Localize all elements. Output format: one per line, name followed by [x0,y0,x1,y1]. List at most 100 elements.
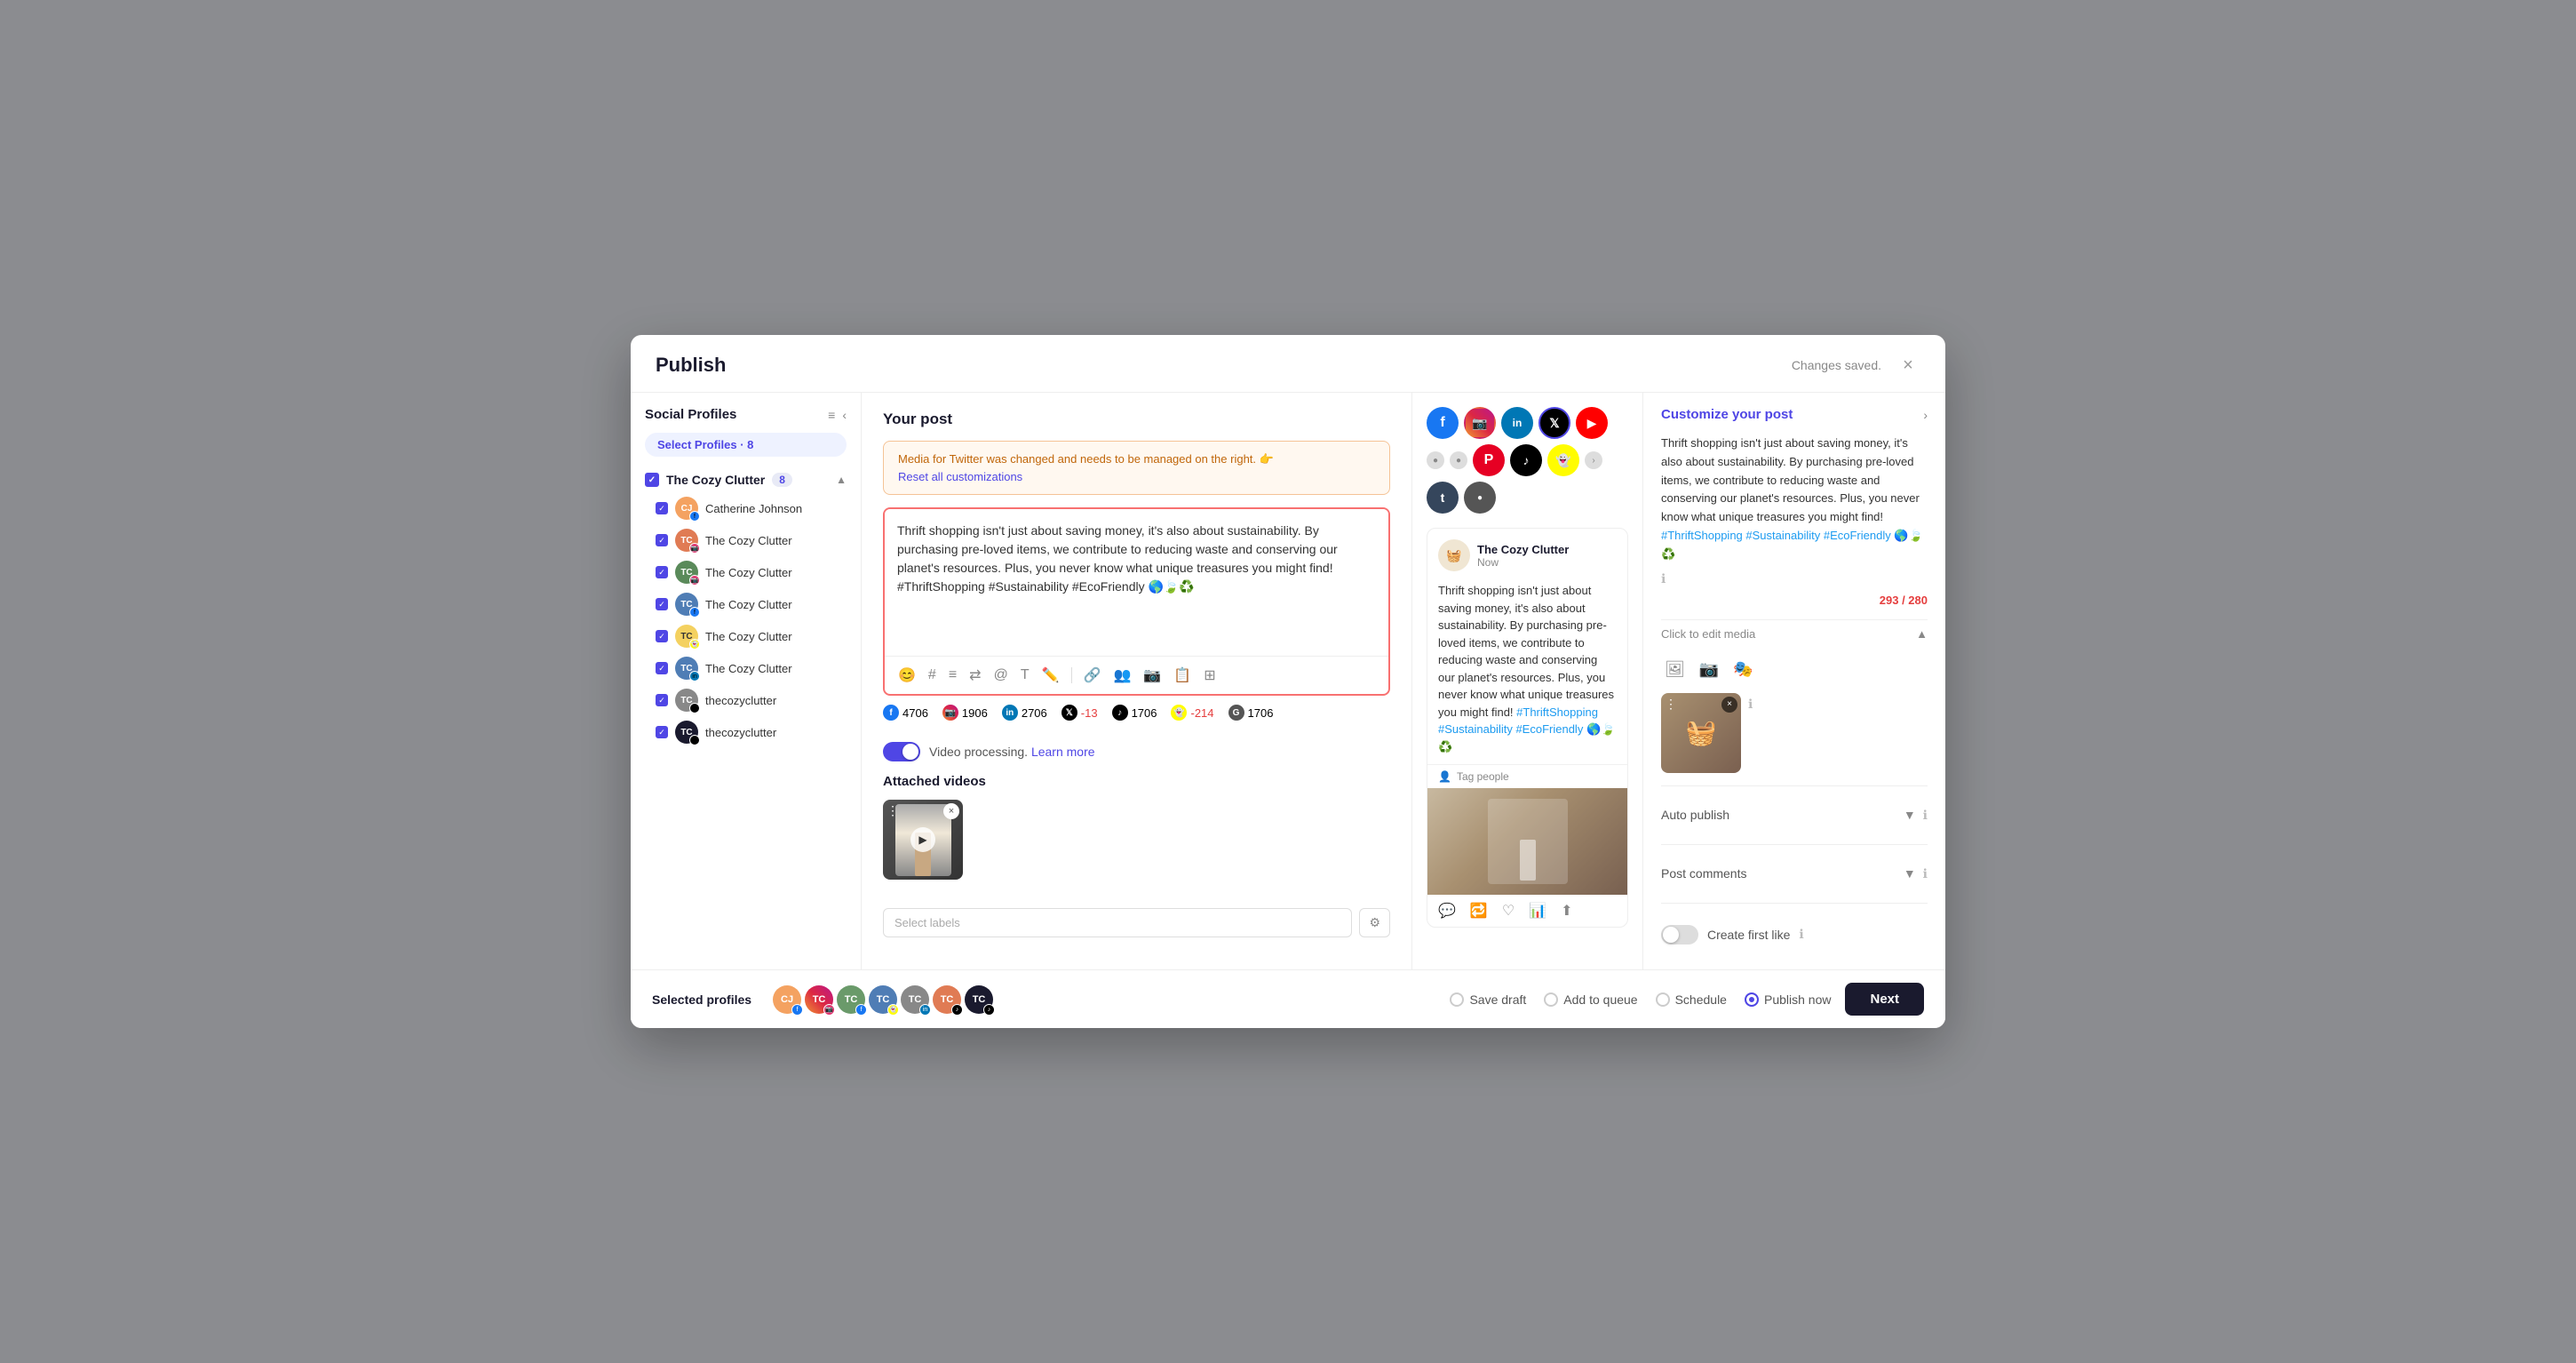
media-tool-file[interactable]: 🖼 [1661,657,1689,682]
save-draft-radio[interactable] [1450,992,1464,1007]
tab-linkedin[interactable]: in [1501,407,1533,439]
play-button[interactable]: ▶ [910,827,935,852]
profile-item[interactable]: TC 📷 The Cozy Clutter [648,556,847,588]
schedule-radio[interactable] [1656,992,1670,1007]
customize-header: Customize your post › [1661,407,1928,422]
media-thumb-close-button[interactable]: × [1721,697,1737,713]
profile-checkbox[interactable] [656,694,668,706]
post-comments-dropdown[interactable]: ▼ [1904,866,1916,881]
translate-button[interactable]: ⇄ [966,664,983,687]
reset-customizations-link[interactable]: Reset all customizations [898,470,1375,483]
comment-button[interactable]: 💬 [1438,902,1456,920]
profile-item[interactable]: TC ♪ thecozyclutter [648,716,847,748]
hashtag-eco[interactable]: #EcoFriendly [1515,722,1583,736]
tab-more-2[interactable]: ● [1450,451,1467,469]
emoji-button[interactable]: 😊 [895,664,918,687]
analytics-button[interactable]: 📊 [1529,902,1546,920]
profile-item[interactable]: TC 📷 The Cozy Clutter [648,524,847,556]
profile-name: The Cozy Clutter [705,566,792,579]
edit-button[interactable]: ✏️ [1039,664,1062,687]
hashtag-thrift[interactable]: #ThriftShopping [1516,705,1598,719]
tab-youtube[interactable]: ▶ [1576,407,1608,439]
profile-item[interactable]: TC 👻 The Cozy Clutter [648,620,847,652]
media-tool-gif[interactable]: 🎭 [1729,657,1756,682]
tab-tumblr[interactable]: t [1427,482,1459,514]
publish-now-option[interactable]: Publish now [1745,992,1832,1007]
customize-expand-button[interactable]: › [1923,408,1928,422]
click-to-edit-media[interactable]: Click to edit media ▲ [1661,619,1928,648]
hashtag-sustainability[interactable]: #Sustainability [1438,722,1513,736]
profile-checkbox[interactable] [656,566,668,578]
info-button[interactable]: ℹ [1661,571,1666,586]
next-button[interactable]: Next [1845,983,1924,1016]
media-info-button[interactable]: ℹ [1748,697,1753,712]
clipboard-button[interactable]: 📋 [1171,664,1194,687]
preview-image-bg [1427,788,1627,895]
hashtag-sustainability-customize[interactable]: #Sustainability [1745,529,1820,542]
auto-publish-info[interactable]: ℹ [1923,808,1928,823]
camera-button[interactable]: 📷 [1141,664,1164,687]
profile-item[interactable]: TC in The Cozy Clutter [648,652,847,684]
tab-arrow[interactable]: › [1585,451,1602,469]
link-button[interactable]: 🔗 [1081,664,1104,687]
profile-checkbox[interactable] [656,662,668,674]
select-profiles-pill[interactable]: Select Profiles · 8 [645,433,847,457]
post-text-input[interactable]: Thrift shopping isn't just about saving … [885,509,1388,651]
add-to-queue-option[interactable]: Add to queue [1544,992,1637,1007]
filter-button[interactable]: ≡ [828,408,835,422]
learn-more-link[interactable]: Learn more [1031,745,1095,759]
tab-facebook[interactable]: f [1427,407,1459,439]
like-button[interactable]: ♡ [1502,902,1515,920]
profile-item[interactable]: TC ♪ thecozyclutter [648,684,847,716]
text-format-button[interactable]: T [1018,665,1032,686]
group-checkbox[interactable] [645,473,659,487]
post-comments-info[interactable]: ℹ [1923,866,1928,881]
grid-button[interactable]: ⊞ [1201,664,1218,687]
labels-settings-button[interactable]: ⚙ [1359,908,1390,937]
selected-avatar: TC ♪ [933,985,961,1014]
list-button[interactable]: ≡ [946,665,959,686]
tab-instagram[interactable]: 📷 [1464,407,1496,439]
auto-publish-dropdown[interactable]: ▼ [1904,808,1916,822]
media-tool-camera[interactable]: 📷 [1696,657,1722,682]
tk-badge: ♪ [689,703,700,713]
tab-more-3[interactable]: ● [1464,482,1496,514]
hashtag-eco-customize[interactable]: #EcoFriendly [1824,529,1891,542]
save-draft-option[interactable]: Save draft [1450,992,1526,1007]
tab-more-1[interactable]: ● [1427,451,1444,469]
publish-now-radio[interactable] [1745,992,1759,1007]
tab-snapchat[interactable]: 👻 [1547,444,1579,476]
image-overlay [1488,799,1568,884]
profile-checkbox[interactable] [656,502,668,514]
tab-pinterest[interactable]: P [1473,444,1505,476]
hashtag-button[interactable]: # [926,665,939,686]
share-button[interactable]: ⬆ [1561,902,1572,920]
add-to-queue-radio[interactable] [1544,992,1558,1007]
mention-button[interactable]: @ [991,665,1011,686]
post-comments-row[interactable]: Post comments ▼ ℹ [1661,857,1928,890]
profile-checkbox[interactable] [656,630,668,642]
sn-badge: 👻 [689,639,700,650]
labels-select[interactable]: Select labels [883,908,1352,937]
group-badge: 8 [772,473,792,487]
ugc-button[interactable]: 👥 [1110,664,1133,687]
profile-item[interactable]: TC f The Cozy Clutter [648,588,847,620]
hashtag-thrift-customize[interactable]: #ThriftShopping [1661,529,1743,542]
create-first-like-info[interactable]: ℹ [1799,927,1803,942]
first-like-toggle[interactable] [1661,925,1698,945]
collapse-button[interactable]: ‹ [842,408,847,422]
schedule-option[interactable]: Schedule [1656,992,1727,1007]
retweet-button[interactable]: 🔁 [1470,902,1488,920]
video-processing-toggle[interactable] [883,742,920,761]
profile-checkbox[interactable] [656,598,668,610]
tab-tiktok[interactable]: ♪ [1510,444,1542,476]
close-button[interactable]: × [1896,353,1920,378]
profile-checkbox[interactable] [656,534,668,546]
profile-group-header[interactable]: The Cozy Clutter 8 ▲ [645,467,847,492]
tag-people-row[interactable]: 👤 Tag people [1427,764,1627,788]
auto-publish-row[interactable]: Auto publish ▼ ℹ [1661,799,1928,832]
profile-item[interactable]: CJ f Catherine Johnson [648,492,847,524]
profile-checkbox[interactable] [656,726,668,738]
tab-twitter[interactable]: 𝕏 [1538,407,1570,439]
media-thumb-menu-button[interactable]: ⋮ [1665,697,1677,712]
